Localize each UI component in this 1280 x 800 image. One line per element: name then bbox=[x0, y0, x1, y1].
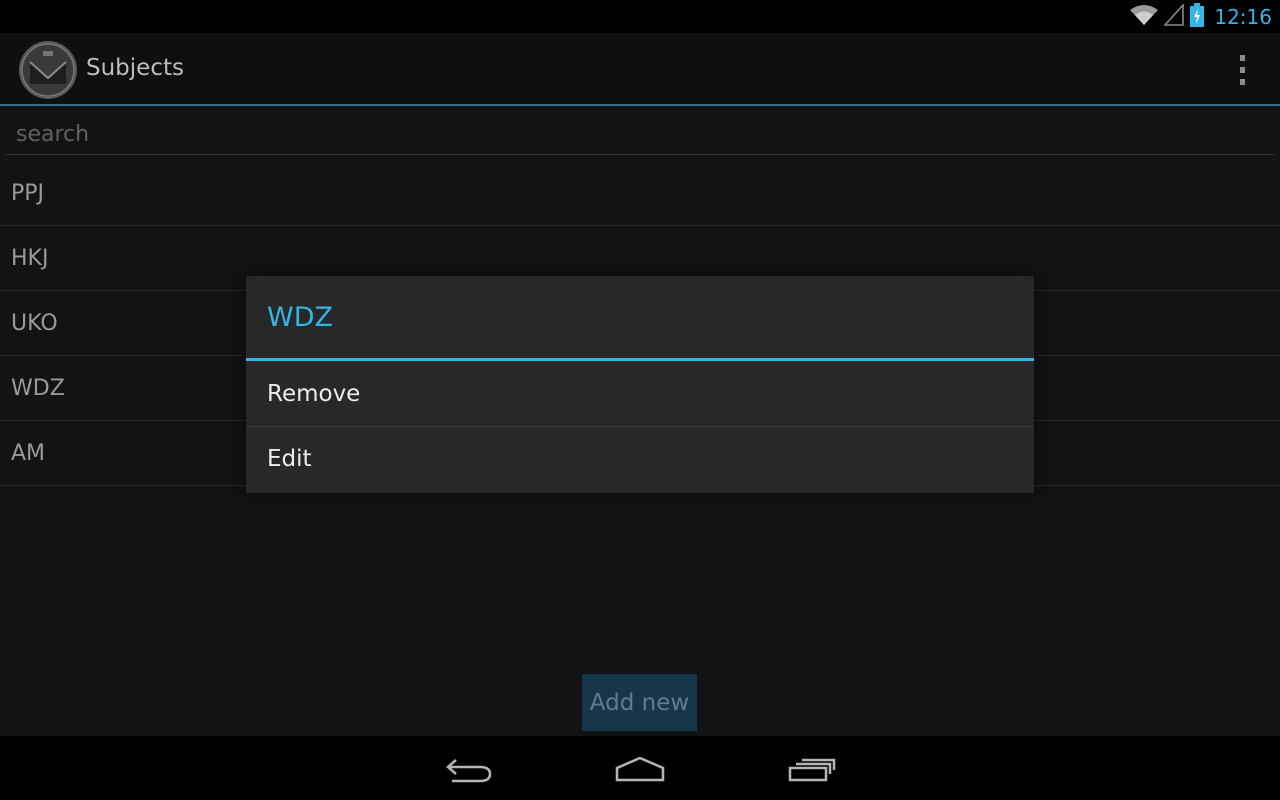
cell-signal-icon bbox=[1163, 2, 1185, 30]
remove-menu-item[interactable]: Remove bbox=[246, 361, 1034, 426]
recents-icon[interactable] bbox=[782, 750, 842, 790]
wifi-icon bbox=[1130, 4, 1159, 30]
status-bar: 12:16 bbox=[0, 0, 1280, 33]
navigation-bar bbox=[0, 736, 1280, 800]
search-input[interactable] bbox=[6, 115, 1274, 154]
page-title: Subjects bbox=[86, 55, 184, 81]
home-icon[interactable] bbox=[610, 750, 670, 790]
mail-envelope-icon[interactable] bbox=[18, 40, 78, 100]
add-new-button[interactable]: Add new bbox=[582, 674, 697, 731]
context-menu-dialog: WDZ Remove Edit bbox=[246, 276, 1034, 493]
back-icon[interactable] bbox=[440, 750, 500, 790]
status-icons: 12:16 bbox=[1130, 2, 1272, 31]
status-clock: 12:16 bbox=[1214, 5, 1272, 29]
action-bar: Subjects bbox=[0, 33, 1280, 106]
list-item[interactable]: PPJ bbox=[0, 161, 1280, 226]
edit-menu-item[interactable]: Edit bbox=[246, 426, 1034, 491]
search-field bbox=[6, 115, 1274, 155]
overflow-menu-icon[interactable] bbox=[1238, 55, 1246, 85]
dialog-title: WDZ bbox=[246, 276, 1034, 361]
battery-charging-icon bbox=[1190, 3, 1205, 31]
